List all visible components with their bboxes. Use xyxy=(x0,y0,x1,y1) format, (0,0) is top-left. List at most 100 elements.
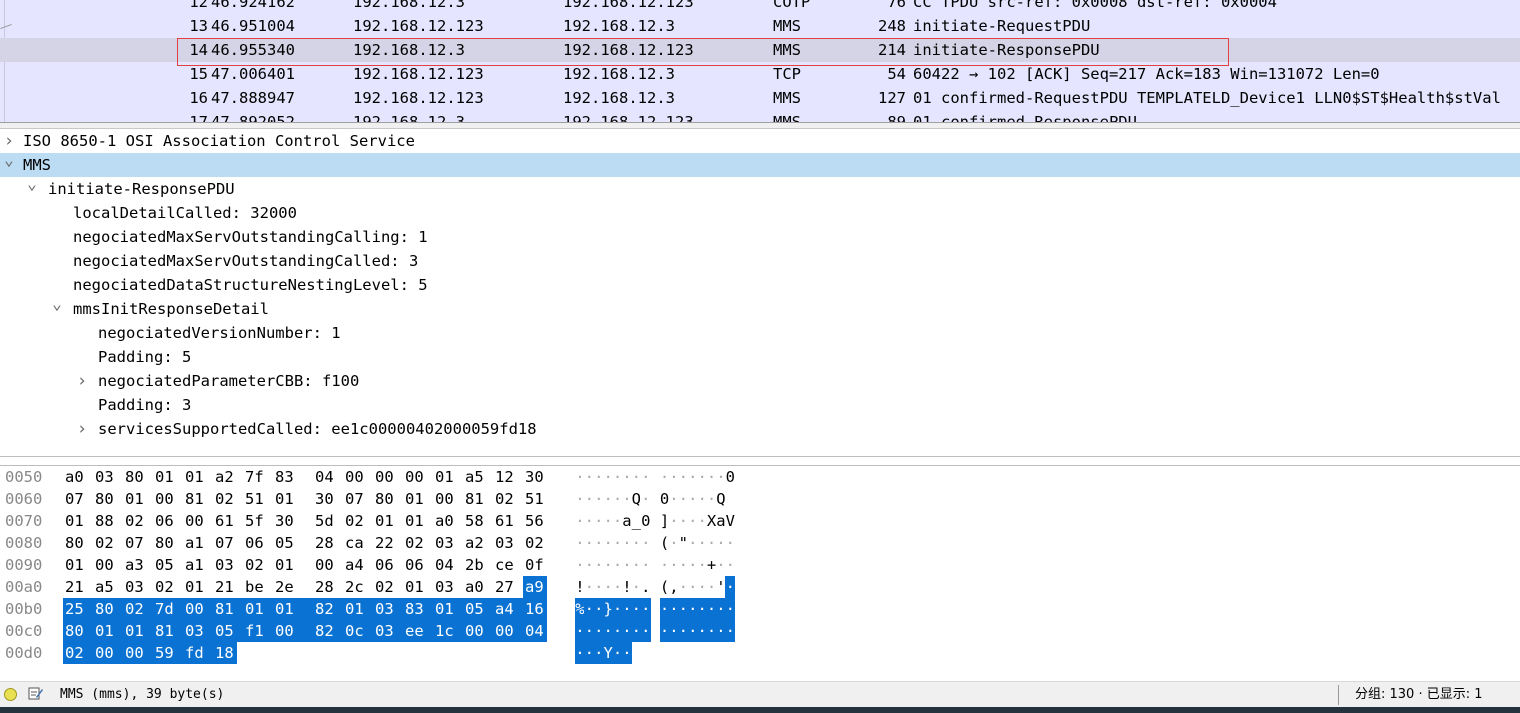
hex-byte[interactable]: 25 xyxy=(63,598,93,620)
hex-byte[interactable]: 03 xyxy=(373,620,403,642)
chevron-right-icon[interactable]: › xyxy=(75,369,89,393)
hex-byte[interactable]: 00 xyxy=(93,554,117,576)
ascii-char[interactable]: · xyxy=(659,620,670,642)
hex-byte[interactable]: 00 xyxy=(493,620,523,642)
hex-byte[interactable]: 83 xyxy=(273,466,297,488)
detail-tree-item[interactable]: negociatedDataStructureNestingLevel: 5 xyxy=(0,273,1520,297)
ascii-char[interactable]: · xyxy=(640,620,651,642)
hex-byte[interactable]: fd xyxy=(183,642,213,664)
hex-byte[interactable]: 88 xyxy=(93,510,117,532)
ascii-char[interactable]: · xyxy=(612,642,623,664)
ascii-char[interactable]: · xyxy=(584,620,595,642)
ascii-char[interactable]: · xyxy=(660,466,670,488)
detail-tree-item[interactable]: negociatedMaxServOutstandingCalled: 3 xyxy=(0,249,1520,273)
hex-byte[interactable]: 00 xyxy=(433,488,457,510)
detail-tree-item[interactable]: › ISO 8650-1 OSI Association Control Serv… xyxy=(0,129,1520,153)
packet-row[interactable]: 13 46.951004 192.168.12.123 192.168.12.3 MMS… xyxy=(0,14,1520,38)
hex-byte[interactable]: 02 xyxy=(403,532,427,554)
hex-byte[interactable]: 80 xyxy=(373,488,397,510)
hex-byte[interactable]: a1 xyxy=(183,532,207,554)
hex-byte[interactable]: a3 xyxy=(123,554,147,576)
hex-byte[interactable]: 01 xyxy=(63,554,87,576)
ascii-char[interactable]: · xyxy=(678,510,688,532)
hex-byte[interactable]: 01 xyxy=(403,576,427,598)
hex-byte[interactable]: 5f xyxy=(243,510,267,532)
hex-byte[interactable]: 03 xyxy=(183,620,213,642)
hex-byte[interactable]: 02 xyxy=(123,598,153,620)
ascii-char[interactable]: · xyxy=(603,554,613,576)
ascii-char[interactable]: · xyxy=(631,532,641,554)
hex-byte[interactable]: 21 xyxy=(63,576,87,598)
detail-tree-item[interactable]: ⌄ mmsInitResponseDetail xyxy=(0,294,1520,321)
hex-byte[interactable]: 61 xyxy=(493,510,517,532)
bytes-row[interactable]: 0060 07 80 01 00 81 02 51 01 30 07 80 01 00 81 02 51 · · · ·… xyxy=(0,488,1520,510)
ascii-char[interactable]: · xyxy=(631,576,641,598)
hex-byte[interactable]: 02 xyxy=(493,488,517,510)
ascii-char[interactable]: · xyxy=(613,532,623,554)
bytes-row[interactable]: 0080 80 02 07 80 a1 07 06 05 28 ca 22 02 03 a2 03 02 · · · ·… xyxy=(0,532,1520,554)
ascii-char[interactable]: · xyxy=(613,576,623,598)
hex-byte[interactable]: 01 xyxy=(273,598,313,620)
hex-byte[interactable]: 28 xyxy=(313,532,337,554)
ascii-char[interactable]: · xyxy=(678,466,688,488)
hex-byte[interactable]: 01 xyxy=(93,620,123,642)
ascii-char[interactable]: · xyxy=(613,466,623,488)
hex-byte[interactable]: 02 xyxy=(213,488,237,510)
hex-byte[interactable]: 2c xyxy=(343,576,367,598)
hex-byte[interactable]: 80 xyxy=(63,532,87,554)
bytes-row[interactable]: 0050 a0 03 80 01 01 a2 7f 83 04 00 00 00 01 a5 12 30 · · · ·… xyxy=(0,466,1520,488)
ascii-char[interactable]: · xyxy=(641,532,651,554)
ascii-char[interactable]: · xyxy=(641,488,651,510)
ascii-char[interactable]: · xyxy=(725,598,736,620)
packet-row[interactable]: 16 47.888947 192.168.12.123 192.168.12.3 MMS… xyxy=(0,86,1520,110)
ascii-char[interactable]: · xyxy=(660,554,670,576)
hex-byte[interactable]: 01 xyxy=(183,576,207,598)
hex-byte[interactable]: 05 xyxy=(273,532,297,554)
hex-byte[interactable]: 0c xyxy=(343,620,373,642)
hex-byte[interactable]: a9 xyxy=(523,576,547,598)
hex-byte[interactable]: 58 xyxy=(463,510,487,532)
hex-byte[interactable]: 00 xyxy=(403,466,427,488)
hex-byte[interactable]: 2e xyxy=(273,576,297,598)
detail-tree-item[interactable]: negociatedVersionNumber: 1 xyxy=(0,321,1520,345)
ascii-char[interactable]: · xyxy=(613,510,623,532)
hex-byte[interactable]: 0f xyxy=(523,554,547,576)
hex-byte[interactable]: 07 xyxy=(123,532,147,554)
chevron-down-icon[interactable]: ⌄ xyxy=(2,148,16,172)
hex-byte[interactable]: 01 xyxy=(273,554,297,576)
hex-byte[interactable]: 03 xyxy=(213,554,237,576)
hex-byte[interactable]: 51 xyxy=(523,488,547,510)
ascii-char[interactable]: Q xyxy=(716,488,726,510)
ascii-char[interactable]: · xyxy=(678,598,689,620)
hex-byte[interactable]: 00 xyxy=(153,488,177,510)
hex-byte[interactable]: 06 xyxy=(153,510,177,532)
hex-byte[interactable]: a2 xyxy=(213,466,237,488)
detail-tree-item[interactable]: ⌄ initiate-ResponsePDU xyxy=(0,174,1520,201)
hex-byte[interactable]: a1 xyxy=(183,554,207,576)
packet-list[interactable]: 12 46.924162 192.168.12.3 192.168.12.123 COT… xyxy=(0,0,1520,122)
hex-byte[interactable]: 06 xyxy=(243,532,267,554)
ascii-char[interactable]: · xyxy=(697,576,707,598)
hex-byte[interactable]: 07 xyxy=(343,488,367,510)
hex-byte[interactable]: 05 xyxy=(153,554,177,576)
ascii-char[interactable]: X xyxy=(707,510,717,532)
ascii-char[interactable]: · xyxy=(697,488,707,510)
hex-byte[interactable]: 82 xyxy=(313,620,343,642)
hex-byte[interactable]: a0 xyxy=(463,576,487,598)
ascii-char[interactable]: · xyxy=(706,620,717,642)
ascii-char[interactable]: · xyxy=(631,598,642,620)
hex-byte[interactable]: a2 xyxy=(463,532,487,554)
detail-tree-item[interactable]: › negociatedParameterCBB: f100 xyxy=(0,369,1520,393)
ascii-char[interactable]: · xyxy=(697,620,708,642)
hex-byte[interactable]: 03 xyxy=(433,576,457,598)
ascii-char[interactable]: · xyxy=(584,466,594,488)
ascii-char[interactable]: V xyxy=(725,510,735,532)
ascii-char[interactable]: · xyxy=(584,488,594,510)
ascii-char[interactable]: · xyxy=(612,620,623,642)
hex-byte[interactable]: 01 xyxy=(153,466,177,488)
ascii-char[interactable]: 0 xyxy=(725,466,735,488)
hex-byte[interactable]: 7f xyxy=(243,466,267,488)
hex-byte[interactable]: 56 xyxy=(523,510,547,532)
hex-byte[interactable]: 01 xyxy=(343,598,373,620)
hex-byte[interactable]: 80 xyxy=(153,532,177,554)
